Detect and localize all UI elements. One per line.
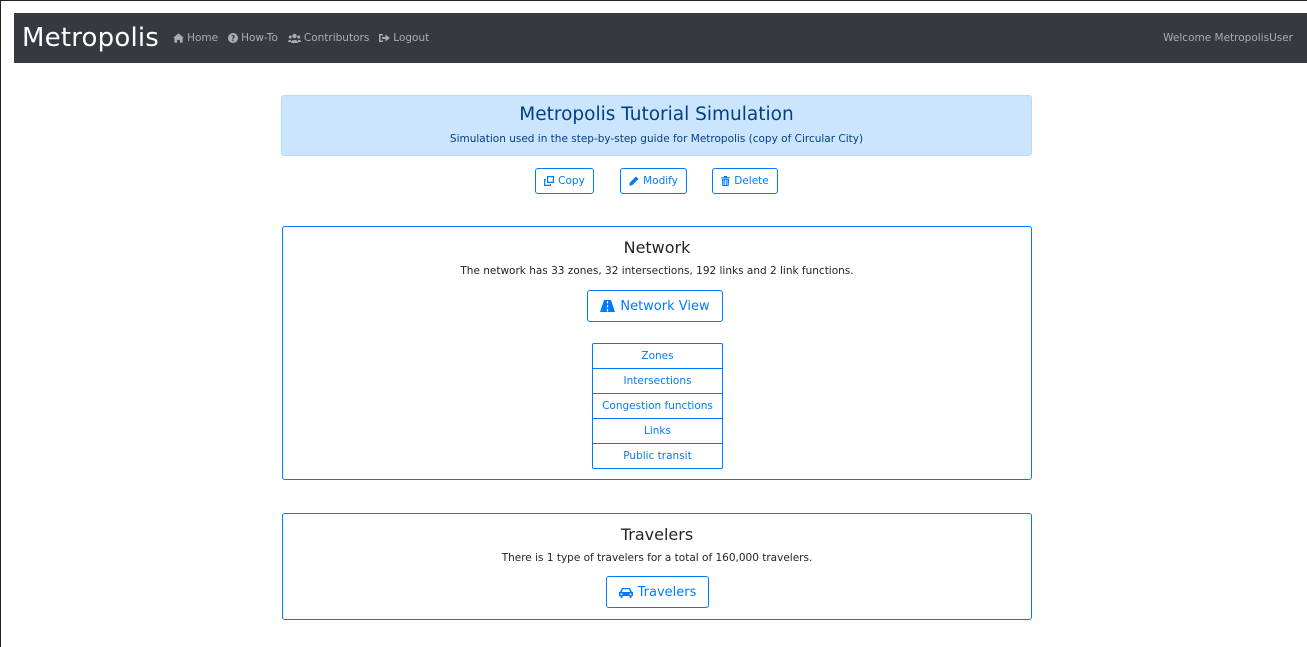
copy-button-label: Copy bbox=[558, 175, 585, 187]
simulation-header: Metropolis Tutorial Simulation Simulatio… bbox=[281, 95, 1032, 156]
network-title: Network bbox=[623, 238, 691, 257]
network-list-public-transit[interactable]: Public transit bbox=[593, 444, 722, 468]
copy-icon bbox=[544, 176, 555, 186]
network-list-links[interactable]: Links bbox=[593, 419, 722, 444]
brand-logo[interactable]: Metropolis bbox=[22, 23, 159, 53]
delete-button-label: Delete bbox=[734, 175, 769, 187]
nav-home-label: Home bbox=[187, 32, 219, 44]
copy-button[interactable]: Copy bbox=[535, 168, 594, 194]
network-list-zones[interactable]: Zones bbox=[593, 344, 722, 369]
travelers-description: There is 1 type of travelers for a total… bbox=[501, 552, 813, 564]
network-list: Zones Intersections Congestion functions… bbox=[592, 343, 723, 469]
page-subtitle: Simulation used in the step-by-step guid… bbox=[449, 133, 864, 145]
modify-button[interactable]: Modify bbox=[620, 168, 687, 194]
delete-button[interactable]: Delete bbox=[712, 168, 778, 194]
question-circle-icon: ? bbox=[228, 33, 239, 43]
network-list-intersections[interactable]: Intersections bbox=[593, 369, 722, 394]
nav-how-to[interactable]: ? How-To bbox=[228, 32, 278, 44]
trash-icon bbox=[721, 176, 731, 186]
page-frame-top bbox=[0, 0, 1307, 1]
action-bar: Copy Modify Delete bbox=[0, 168, 1307, 194]
travelers-button-label: Travelers bbox=[637, 584, 697, 600]
nav-logout-label: Logout bbox=[393, 32, 430, 44]
pencil-icon bbox=[629, 176, 639, 186]
nav-logout[interactable]: Logout bbox=[379, 32, 429, 44]
network-card: Network The network has 33 zones, 32 int… bbox=[282, 226, 1032, 480]
page-frame-left bbox=[0, 0, 1, 647]
nav-home[interactable]: Home bbox=[173, 32, 218, 44]
svg-text:?: ? bbox=[231, 34, 235, 43]
modify-button-label: Modify bbox=[643, 175, 678, 187]
nav-contributors-label: Contributors bbox=[303, 32, 370, 44]
nav-contributors[interactable]: Contributors bbox=[287, 32, 370, 44]
page-title: Metropolis Tutorial Simulation bbox=[519, 104, 794, 125]
travelers-title: Travelers bbox=[620, 525, 694, 544]
welcome-text: Welcome MetropolisUser bbox=[1163, 32, 1293, 44]
travelers-card: Travelers There is 1 type of travelers f… bbox=[282, 513, 1032, 620]
network-view-button[interactable]: Network View bbox=[587, 290, 723, 322]
users-icon bbox=[287, 33, 301, 43]
sign-out-icon bbox=[379, 34, 391, 42]
navbar: Metropolis Home ? How-To Contributors Lo… bbox=[14, 13, 1307, 63]
road-icon bbox=[600, 300, 616, 312]
car-icon bbox=[618, 587, 633, 598]
travelers-button[interactable]: Travelers bbox=[606, 576, 709, 608]
network-view-label: Network View bbox=[620, 298, 710, 314]
nav-how-to-label: How-To bbox=[241, 32, 278, 44]
network-description: The network has 33 zones, 32 intersectio… bbox=[460, 265, 854, 277]
network-list-congestion-functions[interactable]: Congestion functions bbox=[593, 394, 722, 419]
home-icon bbox=[173, 33, 185, 43]
